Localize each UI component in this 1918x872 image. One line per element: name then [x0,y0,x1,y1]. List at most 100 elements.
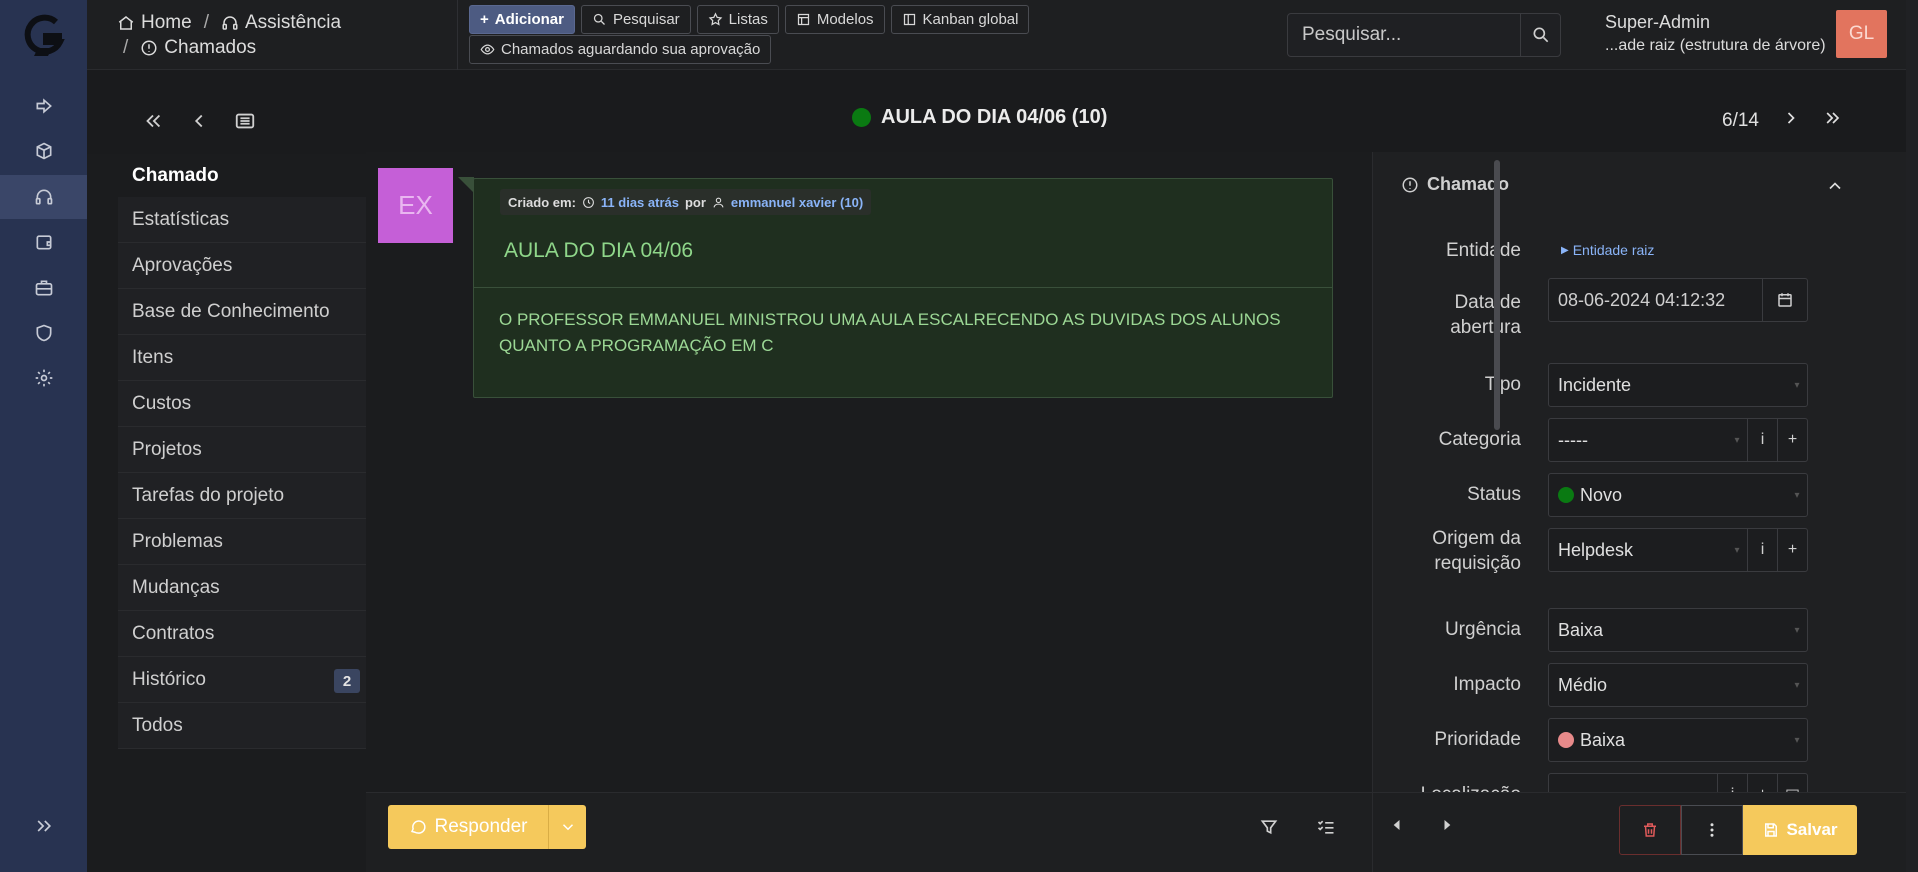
user-menu[interactable]: Super-Admin ...ade raiz (estrutura de ár… [1605,12,1826,55]
action-bar: Responder Salvar [366,792,1918,872]
kanban-icon [903,13,915,26]
add-icon[interactable]: + [1777,529,1807,571]
caret-right-icon: ▶ [1561,244,1569,256]
details-heading[interactable]: Chamado [1401,174,1509,195]
last-item-icon[interactable] [1823,108,1843,134]
awaiting-approval-button[interactable]: Chamados aguardando sua aprovação [469,35,772,64]
breadcrumb-assistance[interactable]: Assistência [245,10,341,35]
checklist-icon[interactable] [1316,817,1336,842]
urgency-select[interactable]: Baixa ▾ [1548,608,1808,652]
tab-item-7[interactable]: Tarefas do projeto [118,473,366,519]
nav-management-icon[interactable] [0,220,87,264]
tab-item-2[interactable]: Aprovações [118,243,366,289]
ticket-details-panel: Chamado Entidade ▶ Entidade raiz Data de a… [1372,152,1918,792]
add-icon[interactable]: + [1777,419,1807,461]
save-icon [1765,823,1778,837]
global-search[interactable]: Pesquisar... [1287,13,1561,57]
tab-item-12[interactable]: Todos [118,703,366,749]
tab-label: Mudanças [132,576,220,598]
headset-icon [222,15,238,30]
tab-item-9[interactable]: Mudanças [118,565,366,611]
type-select[interactable]: Incidente ▾ [1548,363,1808,407]
global-kanban-button[interactable]: Kanban global [890,5,1030,34]
tab-item-10[interactable]: Contratos [118,611,366,657]
category-select[interactable]: ----- ▾ i + [1548,418,1808,462]
ticket-content: O PROFESSOR EMMANUEL MINISTROU UMA AULA … [499,310,1281,355]
next-item-icon[interactable] [1781,108,1801,134]
tab-item-5[interactable]: Custos [118,381,366,427]
templates-button[interactable]: Modelos [784,5,885,34]
tab-label: Todos [132,714,183,736]
user-avatar[interactable]: GL [1836,10,1887,58]
status-dot [852,108,871,127]
tab-label: Chamado [132,165,219,186]
previous-section-icon[interactable] [1387,815,1407,840]
tab-item-1[interactable]: Estatísticas [118,197,366,243]
lists-button[interactable]: Listas [696,5,779,34]
collapse-icon[interactable] [1825,176,1845,201]
info-icon[interactable]: i [1747,419,1777,461]
priority-select[interactable]: Baixa ▾ [1548,718,1808,762]
calendar-icon[interactable] [1762,279,1807,321]
respond-button[interactable]: Responder [388,805,548,849]
tab-label: Tarefas do projeto [132,484,285,506]
plus-icon: + [480,11,489,28]
nav-assistance-icon[interactable] [0,175,87,219]
opening-date-input[interactable]: 08-06-2024 04:12:32 [1548,278,1808,322]
author-link[interactable]: emmanuel xavier (10) [731,195,863,210]
templates-icon [797,13,809,26]
location-select[interactable]: i+▤ [1548,773,1808,792]
entity-link[interactable]: ▶ Entidade raiz [1561,242,1654,258]
tab-item-4[interactable]: Itens [118,335,366,381]
nav-setup-icon[interactable] [0,356,87,400]
details-scrollbar[interactable] [1494,160,1500,430]
save-button[interactable]: Salvar [1743,805,1857,855]
tab-label: Custos [132,392,192,414]
app-root: Home / Assistência / Chamados + Adicionar… [0,0,1918,872]
info-icon[interactable]: i [1747,529,1777,571]
impact-select[interactable]: Médio ▾ [1548,663,1808,707]
list-view-icon[interactable] [234,110,256,137]
timeline: EX Criado em: 11 dias atrás por emmanuel… [366,152,1372,792]
respond-dropdown-icon[interactable] [548,805,586,849]
tab-label: Itens [132,346,174,368]
search-input[interactable]: Pesquisar... [1288,24,1520,46]
previous-item-icon[interactable] [188,110,210,137]
nav-administration-icon[interactable] [0,311,87,355]
tab-label: Estatísticas [132,208,230,230]
tab-ticket[interactable]: Chamado [118,155,366,197]
more-actions-button[interactable] [1681,805,1743,855]
nav-home-icon[interactable] [0,84,87,128]
item-position: 6/14 [1722,110,1759,131]
breadcrumb-home[interactable]: Home [141,10,192,35]
breadcrumb-tickets[interactable]: Chamados [164,35,256,60]
ticket-meta: Criado em: 11 dias atrás por emmanuel xa… [500,189,872,215]
expand-menu-icon[interactable] [0,804,87,848]
page-scrollbar[interactable] [1906,0,1918,872]
request-source-select[interactable]: Helpdesk ▾ i + [1548,528,1808,572]
add-button[interactable]: + Adicionar [469,5,575,34]
filter-icon[interactable] [1259,817,1279,842]
tab-item-11[interactable]: Histórico 2 [118,657,366,703]
nav-tools-icon[interactable] [0,266,87,310]
chat-bubble-icon [410,820,426,834]
search-button[interactable]: Pesquisar [580,5,691,34]
glpi-logo[interactable] [18,12,68,62]
status-select[interactable]: Novo ▾ [1548,473,1808,517]
trash-icon [1644,823,1656,837]
next-section-icon[interactable] [1437,815,1457,840]
tab-item-3[interactable]: Base de Conhecimento [118,289,366,335]
first-item-icon[interactable] [142,110,164,137]
top-header: Home / Assistência / Chamados + Adicionar… [87,0,1918,70]
count-badge: 2 [334,669,360,693]
clock-icon [582,196,594,208]
search-submit-icon[interactable] [1520,14,1560,56]
star-icon [708,12,722,26]
ticket-title: AULA DO DIA 04/06 [504,239,694,262]
delete-button[interactable] [1619,805,1681,855]
search-icon [593,13,605,25]
tab-item-8[interactable]: Problemas [118,519,366,565]
nav-assets-icon[interactable] [0,129,87,173]
user-name: Super-Admin [1605,12,1711,32]
tab-item-6[interactable]: Projetos [118,427,366,473]
